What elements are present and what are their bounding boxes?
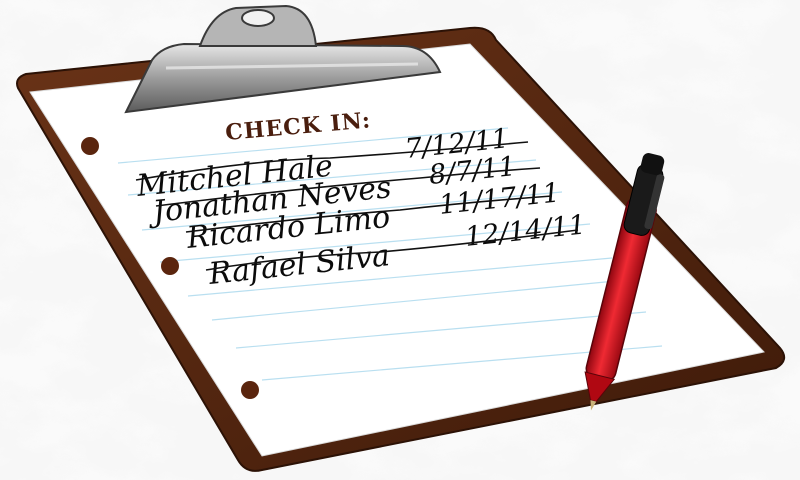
punch-hole-icon	[161, 257, 179, 275]
punch-hole-icon	[241, 381, 259, 399]
clipboard-scene: CHECK IN: Mitchel Hale 7/12/11 Jonathan …	[0, 0, 800, 480]
punch-hole-icon	[81, 137, 99, 155]
